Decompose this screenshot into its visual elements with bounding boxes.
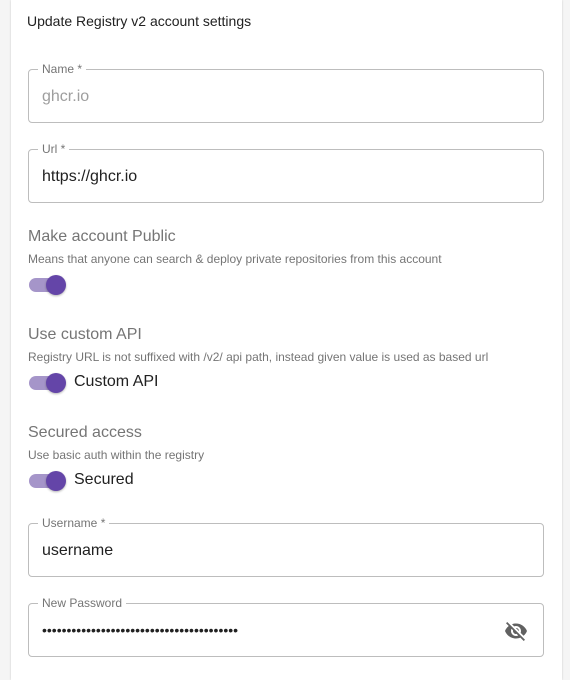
password-field-value[interactable]: •••••••••••••••••••••••••••••••••••••••• <box>42 620 238 640</box>
public-toggle[interactable] <box>28 273 66 295</box>
url-field-value[interactable]: https://ghcr.io <box>42 167 137 187</box>
username-field-label: Username * <box>38 516 110 530</box>
username-field-value[interactable]: username <box>42 541 113 561</box>
settings-panel: Update Registry v2 account settings Name… <box>11 0 562 680</box>
custom-api-toggle[interactable] <box>28 371 66 393</box>
form-title: Update Registry v2 account settings <box>27 13 252 29</box>
secured-section-title: Secured access <box>28 424 142 441</box>
custom-api-toggle-label[interactable]: Custom API <box>74 373 158 391</box>
secured-toggle[interactable] <box>28 469 66 491</box>
url-field[interactable]: Url * https://ghcr.io <box>28 142 544 203</box>
custom-api-toggle-thumb <box>46 373 66 393</box>
custom-api-section-title: Use custom API <box>28 326 142 343</box>
public-toggle-thumb <box>46 275 66 295</box>
name-field-label: Name * <box>38 62 87 76</box>
public-section-title: Make account Public <box>28 228 176 245</box>
name-field: Name * ghcr.io <box>28 62 544 123</box>
url-field-label: Url * <box>38 142 70 156</box>
secured-section-description: Use basic auth within the registry <box>28 448 205 462</box>
password-field-label: New Password <box>38 596 127 610</box>
public-section-description: Means that anyone can search & deploy pr… <box>28 252 442 266</box>
username-field[interactable]: Username * username <box>28 516 544 577</box>
name-field-value: ghcr.io <box>42 88 90 105</box>
secured-toggle-label[interactable]: Secured <box>74 471 134 489</box>
eye-off-icon[interactable] <box>503 619 529 643</box>
password-field[interactable]: New Password •••••••••••••••••••••••••••… <box>28 596 544 657</box>
custom-api-section-description: Registry URL is not suffixed with /v2/ a… <box>28 350 489 364</box>
secured-toggle-thumb <box>46 471 66 491</box>
